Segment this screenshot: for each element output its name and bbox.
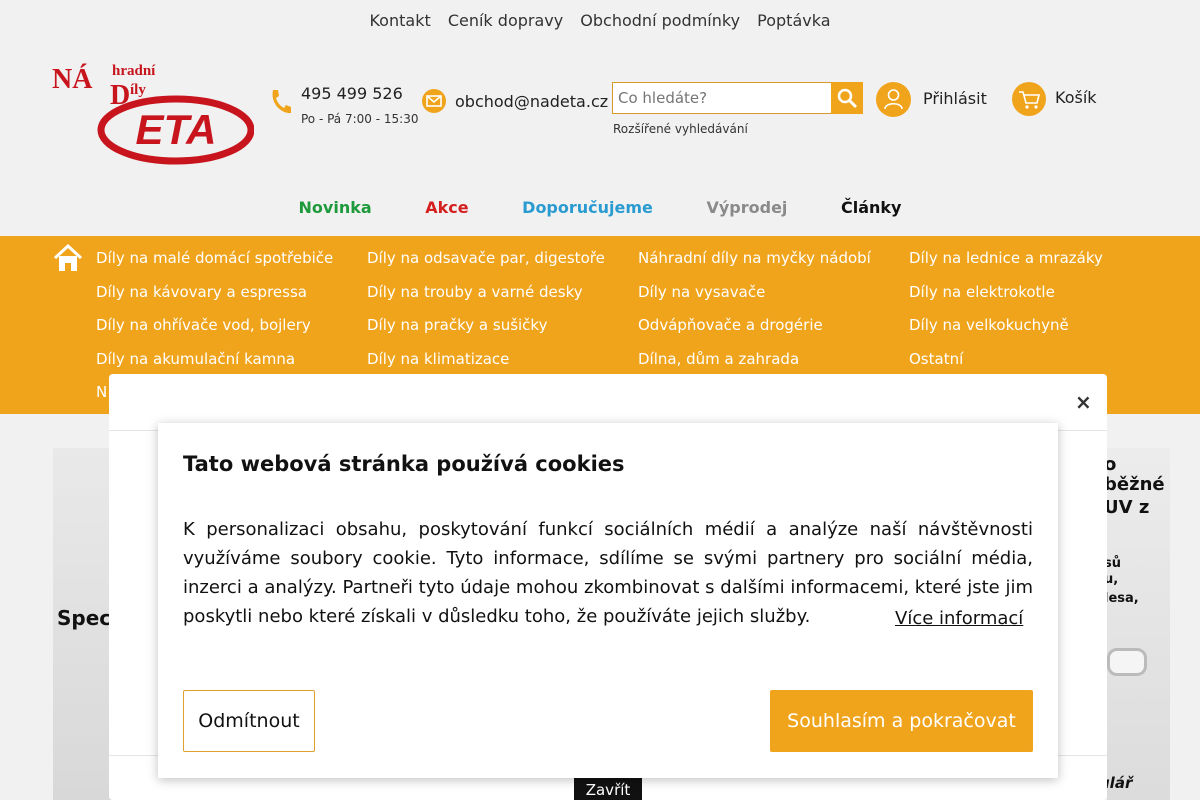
nav-akce[interactable]: Akce [425, 198, 468, 217]
cart-link[interactable]: Košík [1055, 88, 1097, 107]
home-icon[interactable] [53, 244, 83, 272]
category-item[interactable]: Díly na lednice a mrazáky [909, 249, 1103, 267]
phone-number[interactable]: 495 499 526 [301, 84, 403, 103]
link-kontakt[interactable]: Kontakt [369, 11, 430, 30]
category-item[interactable]: Díly na pračky a sušičky [367, 316, 547, 334]
category-item[interactable]: Díly na trouby a varné desky [367, 283, 583, 301]
category-item[interactable]: Díly na kávovary a espressa [96, 283, 307, 301]
link-obchodni-podminky[interactable]: Obchodní podmínky [580, 11, 740, 30]
link-cenik-dopravy[interactable]: Ceník dopravy [448, 11, 563, 30]
hero-left-text: Spec [57, 606, 112, 630]
hero-right-text: o [1107, 454, 1117, 475]
product-filter-nav: Novinka Akce Doporučujeme Výprodej Článk… [0, 198, 1200, 217]
category-item[interactable]: Ostatní [909, 350, 963, 368]
logo[interactable]: NÁ hradní D íly ETA [52, 58, 254, 166]
logo-line4: íly [130, 82, 146, 98]
top-links: Kontakt Ceník dopravy Obchodní podmínky … [0, 11, 1200, 30]
nav-novinka[interactable]: Novinka [299, 198, 372, 217]
hero-right-text: lesa, [1107, 591, 1139, 606]
category-item[interactable]: Náhradní díly na myčky nádobí [638, 249, 871, 267]
logo-brand: ETA [136, 106, 217, 153]
search-button[interactable] [831, 82, 863, 114]
category-item[interactable]: N [96, 383, 107, 401]
accept-button[interactable]: Souhlasím a pokračovat [770, 690, 1033, 752]
category-item[interactable]: Díly na ohřívače vod, bojlery [96, 316, 311, 334]
hero-right-text: sů [1107, 556, 1121, 571]
product-image [1107, 648, 1147, 676]
phone-icon [272, 90, 291, 114]
modal-close-icon[interactable]: × [1075, 390, 1092, 414]
category-item[interactable]: Díly na vysavače [638, 283, 765, 301]
hero-right-text: UV z [1107, 497, 1150, 518]
category-item[interactable]: Díly na velkokuchyně [909, 316, 1069, 334]
cookie-consent-dialog: Tato webová stránka používá cookies K pe… [158, 423, 1058, 778]
category-item[interactable]: Díly na klimatizace [367, 350, 509, 368]
login-link[interactable]: Přihlásit [923, 89, 987, 108]
nav-clanky[interactable]: Články [841, 198, 901, 217]
category-item[interactable]: Díly na malé domácí spotřebiče [96, 249, 333, 267]
hero-right-text: běžné [1107, 474, 1165, 495]
logo-line2: hradní [112, 63, 156, 79]
category-item[interactable]: Díly na elektrokotle [909, 283, 1055, 301]
link-poptavka[interactable]: Poptávka [757, 11, 830, 30]
email-link[interactable]: obchod@nadeta.cz [455, 92, 608, 111]
hero-right-text: ulář [1107, 774, 1133, 792]
category-item[interactable]: Díly na akumulační kamna [96, 350, 295, 368]
cart-icon[interactable] [1012, 82, 1046, 116]
logo-line1: NÁ [52, 64, 93, 95]
nav-vyprodej[interactable]: Výprodej [706, 198, 787, 217]
search-input[interactable] [612, 82, 832, 114]
search-icon [837, 88, 858, 109]
user-icon[interactable] [876, 82, 911, 117]
category-item[interactable]: Díly na odsavače par, digestoře [367, 249, 605, 267]
nav-doporucujeme[interactable]: Doporučujeme [522, 198, 653, 217]
hero-banner-right[interactable]: o běžné UV z sů u, lesa, ulář [1107, 448, 1170, 800]
mail-icon [422, 89, 446, 113]
opening-hours: Po - Pá 7:00 - 15:30 [301, 112, 419, 126]
category-item[interactable]: Dílna, dům a zahrada [638, 350, 799, 368]
decline-button[interactable]: Odmítnout [183, 690, 315, 752]
hero-right-text: u, [1107, 572, 1119, 587]
close-button[interactable]: Zavřít [574, 778, 642, 800]
advanced-search-link[interactable]: Rozšířené vyhledávání [613, 122, 748, 136]
category-item[interactable]: Odvápňovače a drogérie [638, 316, 823, 334]
cookie-title: Tato webová stránka používá cookies [183, 452, 625, 476]
more-info-link[interactable]: Více informací [895, 608, 1023, 629]
